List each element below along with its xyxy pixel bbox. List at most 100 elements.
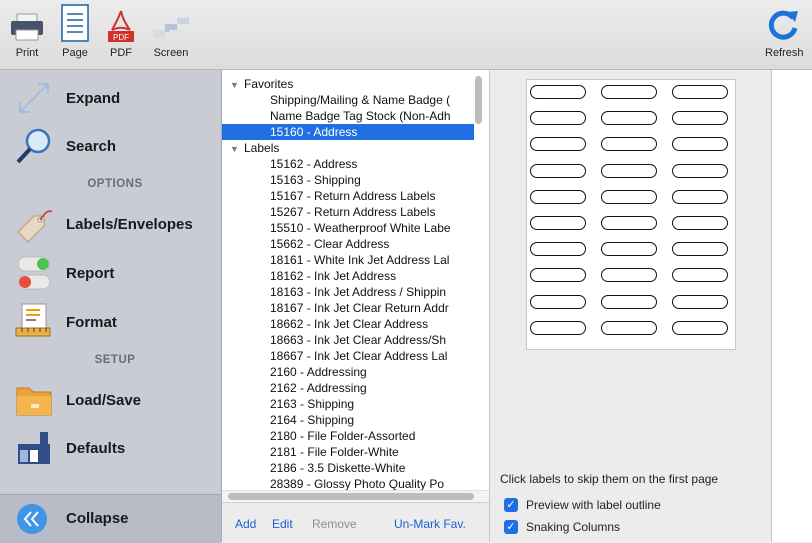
label-list-panel: ▼ Favorites Shipping/Mailing & Name Badge… [222, 70, 490, 543]
expand-label: Expand [66, 89, 121, 107]
label-cell[interactable] [530, 216, 586, 230]
preview-outline-checkbox[interactable]: ✓ Preview with label outline [504, 498, 661, 512]
label-cell[interactable] [601, 242, 657, 257]
list-item[interactable]: 28389 - Glossy Photo Quality Po [222, 476, 474, 490]
list-item[interactable]: Shipping/Mailing & Name Badge ( [222, 92, 474, 108]
label-cell[interactable] [601, 111, 657, 126]
sidebar-item-expand[interactable]: Expand [0, 76, 221, 120]
screen-icon [153, 18, 189, 38]
label-cell[interactable] [672, 216, 728, 230]
list-item[interactable]: 2160 - Addressing [222, 364, 474, 380]
list-item[interactable]: 2163 - Shipping [222, 396, 474, 412]
label-cell[interactable] [672, 137, 728, 152]
favorites-group[interactable]: ▼ Favorites [222, 76, 474, 92]
list-item[interactable]: 18162 - Ink Jet Address [222, 268, 474, 284]
list-item[interactable]: 18163 - Ink Jet Address / Shippin [222, 284, 474, 300]
label-cell[interactable] [672, 163, 728, 178]
format-label: Format [66, 313, 117, 331]
snaking-columns-checkbox[interactable]: ✓ Snaking Columns [504, 520, 620, 534]
label-cell[interactable] [601, 294, 657, 309]
load-save-label: Load/Save [66, 391, 142, 409]
label-cell[interactable] [601, 85, 657, 99]
disclosure-triangle-icon[interactable]: ▼ [230, 141, 244, 156]
label-cell[interactable] [672, 268, 728, 283]
list-item[interactable]: 15163 - Shipping [222, 172, 474, 188]
checkmark-icon[interactable]: ✓ [504, 520, 518, 534]
list-item[interactable]: 15662 - Clear Address [222, 236, 474, 252]
screen-button[interactable]: Screen [148, 6, 194, 59]
page-button[interactable]: Page [52, 4, 98, 59]
label-cell[interactable] [530, 85, 586, 99]
label-cell[interactable] [530, 189, 586, 204]
pdf-button[interactable]: PDF PDF [98, 6, 144, 59]
list-item[interactable]: 18663 - Ink Jet Clear Address/Sh [222, 332, 474, 348]
label-cell[interactable] [601, 268, 657, 283]
label-cell[interactable] [530, 294, 586, 309]
label-cell[interactable] [601, 216, 657, 230]
preview-outline-label: Preview with label outline [526, 498, 661, 512]
vertical-scrollbar[interactable] [475, 76, 482, 124]
label-cell[interactable] [601, 320, 657, 335]
label-sheet-preview[interactable] [526, 79, 736, 350]
list-item[interactable]: 18662 - Ink Jet Clear Address [222, 316, 474, 332]
sidebar-item-load-save[interactable]: Load/Save [0, 378, 221, 422]
list-item[interactable]: Name Badge Tag Stock (Non-Adh [222, 108, 474, 124]
label-cell[interactable] [530, 163, 586, 178]
label-cell[interactable] [672, 111, 728, 126]
label-cell[interactable] [530, 111, 586, 126]
list-item[interactable]: 15510 - Weatherproof White Labe [222, 220, 474, 236]
label-cell[interactable] [672, 320, 728, 335]
sidebar-item-format[interactable]: Format [0, 300, 221, 344]
sidebar-item-collapse[interactable]: Collapse [0, 494, 221, 543]
setup-header: SETUP [94, 354, 136, 366]
sidebar-item-report[interactable]: Report [0, 251, 221, 295]
list-item[interactable]: 18161 - White Ink Jet Address Lal [222, 252, 474, 268]
print-button[interactable]: Print [4, 6, 50, 59]
label-cell[interactable] [530, 320, 586, 335]
list-item[interactable]: 2186 - 3.5 Diskette-White [222, 460, 474, 476]
skip-instructions: Click labels to skip them on the first p… [500, 472, 719, 486]
right-pane [771, 70, 812, 542]
label-cell[interactable] [530, 242, 586, 257]
label-cell[interactable] [601, 189, 657, 204]
sidebar-item-defaults[interactable]: Defaults [0, 426, 221, 470]
labels-header: Labels [244, 141, 280, 155]
list-item[interactable]: 18167 - Ink Jet Clear Return Addr [222, 300, 474, 316]
sidebar-item-labels-envelopes[interactable]: Labels/Envelopes [0, 202, 221, 246]
list-item-selected[interactable]: 15160 - Address [222, 124, 474, 140]
label-cell[interactable] [601, 137, 657, 152]
label-cell[interactable] [672, 85, 728, 99]
label-cell[interactable] [672, 294, 728, 309]
list-item[interactable]: 2181 - File Folder-White [222, 444, 474, 460]
list-item[interactable]: 2164 - Shipping [222, 412, 474, 428]
list-item[interactable]: 2180 - File Folder-Assorted [222, 428, 474, 444]
remove-button[interactable]: Remove [312, 517, 357, 531]
checkmark-icon[interactable]: ✓ [504, 498, 518, 512]
horizontal-scrollbar[interactable] [228, 493, 474, 500]
list-item[interactable]: 15162 - Address [222, 156, 474, 172]
disclosure-triangle-icon[interactable]: ▼ [230, 77, 244, 92]
expand-icon [19, 83, 49, 113]
add-button[interactable]: Add [235, 517, 256, 531]
list-item[interactable]: 2162 - Addressing [222, 380, 474, 396]
labels-group[interactable]: ▼ Labels [222, 140, 474, 156]
toggle-switches-icon [17, 256, 51, 290]
label-cell[interactable] [672, 242, 728, 257]
list-item[interactable]: 18667 - Ink Jet Clear Address Lal [222, 348, 474, 364]
label-tree[interactable]: ▼ Favorites Shipping/Mailing & Name Badge… [222, 76, 474, 490]
refresh-icon [768, 10, 798, 40]
list-item[interactable]: 15167 - Return Address Labels [222, 188, 474, 204]
label-cell[interactable] [672, 189, 728, 204]
list-item[interactable]: 15267 - Return Address Labels [222, 204, 474, 220]
sidebar-item-search[interactable]: Search [0, 124, 221, 168]
label-cell[interactable] [530, 137, 586, 152]
label-cell[interactable] [601, 163, 657, 178]
unmark-favorite-button[interactable]: Un-Mark Fav. [394, 517, 466, 531]
toolbar: Print Page PDF PDF Screen Refresh [0, 0, 812, 70]
refresh-label: Refresh [765, 47, 804, 59]
edit-button[interactable]: Edit [272, 517, 293, 531]
label-cell[interactable] [530, 268, 586, 283]
refresh-button[interactable]: Refresh [765, 6, 812, 59]
printer-icon [11, 13, 43, 41]
defaults-label: Defaults [66, 439, 126, 457]
